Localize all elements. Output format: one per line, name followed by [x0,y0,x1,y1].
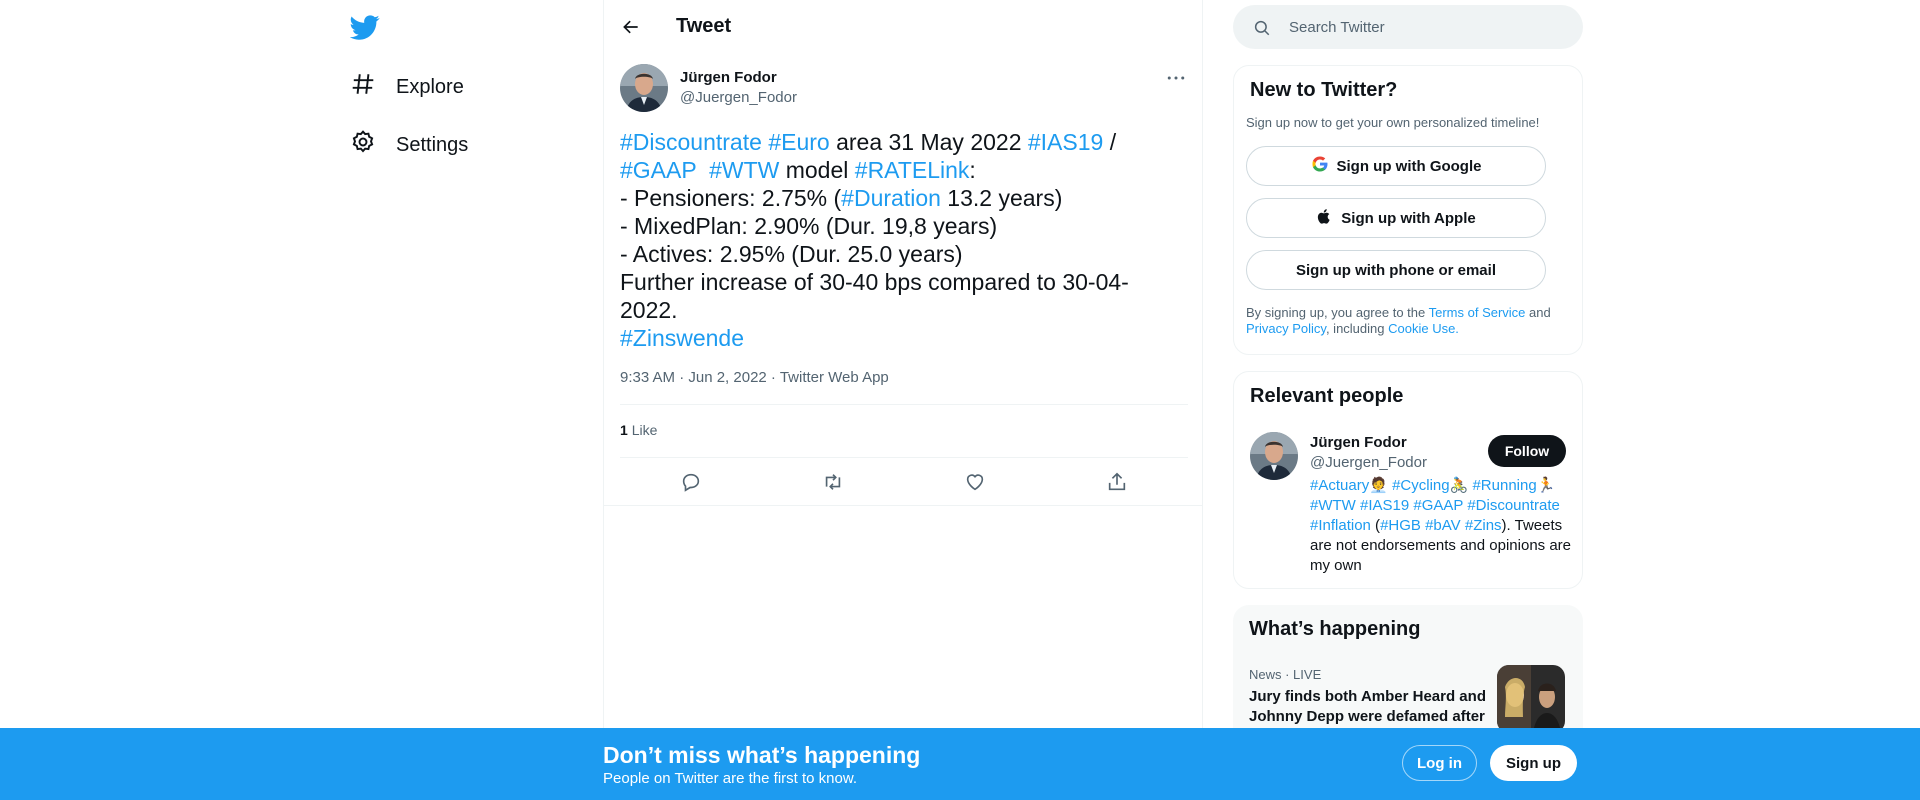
search-bar[interactable] [1233,5,1583,49]
hashtag-link[interactable]: #HGB [1380,517,1421,534]
avatar[interactable] [620,64,668,112]
privacy-link[interactable]: Privacy Policy [1246,321,1326,336]
legal-prefix: By signing up, you agree to the [1246,305,1429,320]
news-meta: News · LIVE [1249,667,1322,682]
divider [620,457,1188,458]
signup-phone-email-button[interactable]: Sign up with phone or email [1246,250,1546,290]
terms-link[interactable]: Terms of Service [1429,305,1526,320]
hashtag-link[interactable]: #Actuary [1310,477,1369,494]
hashtag-link[interactable]: #Discountrate [1467,497,1560,514]
hashtag-link[interactable]: #Euro [768,129,829,155]
login-button[interactable]: Log in [1402,745,1477,781]
hashtag-link[interactable]: #Cycling [1392,477,1450,494]
page-title: Tweet [676,15,732,37]
hashtag-icon [350,71,376,103]
text-segment: area 31 May 2022 [829,129,1028,155]
signup-apple-label: Sign up with Apple [1341,209,1476,227]
hashtag-link[interactable]: #Discountrate [620,129,762,155]
avatar[interactable] [1250,432,1298,480]
google-icon [1311,155,1329,177]
person-handle[interactable]: @Juergen_Fodor [1310,454,1427,471]
hashtag-link[interactable]: #RATELink [855,157,970,183]
right-sidebar: New to Twitter? Sign up now to get your … [1233,0,1583,800]
hashtag-link[interactable]: #Duration [841,185,941,211]
hashtag-link[interactable]: #Zinswende [620,325,744,351]
nav-label-settings: Settings [396,133,469,156]
text-segment: 🧑‍💼 [1369,477,1393,494]
hashtag-link[interactable]: #Running [1472,477,1536,494]
card-subtitle: Sign up now to get your own personalized… [1246,115,1540,130]
search-icon [1254,20,1270,36]
legal-and: and [1525,305,1551,320]
hashtag-link[interactable]: #GAAP [1413,497,1463,514]
news-title[interactable]: Jury finds both Amber Heard and Johnny D… [1249,687,1499,727]
twitter-logo-icon[interactable] [349,12,382,44]
hashtag-link[interactable]: #IAS19 [1360,497,1409,514]
back-arrow-icon[interactable] [618,14,644,40]
new-to-twitter-card: New to Twitter? Sign up now to get your … [1233,65,1583,355]
text-segment: 🏃 [1536,477,1556,494]
tweet-actions [620,466,1188,498]
banner-subtitle: People on Twitter are the first to know. [603,770,858,787]
share-icon[interactable] [1099,466,1135,498]
main-header: Tweet [604,0,1204,54]
relevant-people-card: Relevant people Jürgen Fodor @Juergen_Fo… [1233,371,1583,589]
signup-google-label: Sign up with Google [1336,157,1482,175]
signup-phone-label: Sign up with phone or email [1295,261,1496,279]
likes-count[interactable]: 1 Like [620,422,657,438]
author-name[interactable]: Jürgen Fodor [680,69,777,86]
hashtag-link[interactable]: #bAV [1425,517,1461,534]
text-segment: 🚴 [1449,477,1473,494]
text-segment [696,157,709,183]
legal-including: , including [1325,321,1389,336]
hashtag-link[interactable]: #GAAP [620,157,696,183]
retweet-icon[interactable] [815,466,851,498]
main-column: Tweet Jürgen Fodor @Juergen_Fodor #Disco… [603,0,1203,800]
legal-text: By signing up, you agree to the Terms of… [1246,305,1566,337]
cookie-link[interactable]: Cookie Use. [1388,321,1459,336]
card-title: Relevant people [1250,385,1404,407]
text-segment: / [1109,129,1117,155]
tweet-author: Jürgen Fodor @Juergen_Fodor [620,64,1188,114]
divider [604,505,1202,506]
text-segment: model [779,157,855,183]
card-title: New to Twitter? [1250,79,1398,101]
reply-icon[interactable] [673,466,709,498]
nav-item-explore[interactable]: Explore [350,62,464,112]
like-count-label: Like [631,422,658,438]
hashtag-link[interactable]: #Inflation [1310,517,1371,534]
signup-apple-button[interactable]: Sign up with Apple [1246,198,1546,238]
signup-google-button[interactable]: Sign up with Google [1246,146,1546,186]
tweet-text: #Discountrate #Euro area 31 May 2022 #IA… [620,128,1180,352]
tweet-timestamp[interactable]: 9:33 AM · Jun 2, 2022 · Twitter Web App [620,369,889,386]
like-count-value: 1 [620,422,628,438]
banner-title: Don’t miss what’s happening [603,742,921,768]
more-options-icon[interactable] [1164,68,1188,88]
text-segment: ( [1370,517,1381,534]
nav-label-explore: Explore [396,75,464,98]
card-title: What’s happening [1249,618,1421,640]
left-nav: Explore Settings [340,0,600,800]
signup-banner: Don’t miss what’s happening People on Tw… [0,728,1920,800]
divider [620,404,1188,405]
search-input[interactable] [1289,5,1569,49]
hashtag-link[interactable]: #Zins [1465,517,1502,534]
apple-icon [1316,208,1333,229]
like-heart-icon[interactable] [957,466,993,498]
person-bio: #Actuary🧑‍💼 #Cycling🚴 #Running🏃 #WTW #IA… [1310,476,1572,576]
signup-button[interactable]: Sign up [1490,745,1577,781]
gear-icon [350,129,376,161]
follow-button[interactable]: Follow [1488,435,1566,467]
nav-item-settings[interactable]: Settings [350,120,468,170]
author-handle[interactable]: @Juergen_Fodor [680,89,797,106]
person-name[interactable]: Jürgen Fodor [1310,434,1407,451]
hashtag-link[interactable]: #WTW [709,157,779,183]
news-thumbnail[interactable] [1497,665,1565,733]
hashtag-link[interactable]: #WTW [1310,497,1356,514]
hashtag-link[interactable]: #IAS19 [1028,129,1103,155]
